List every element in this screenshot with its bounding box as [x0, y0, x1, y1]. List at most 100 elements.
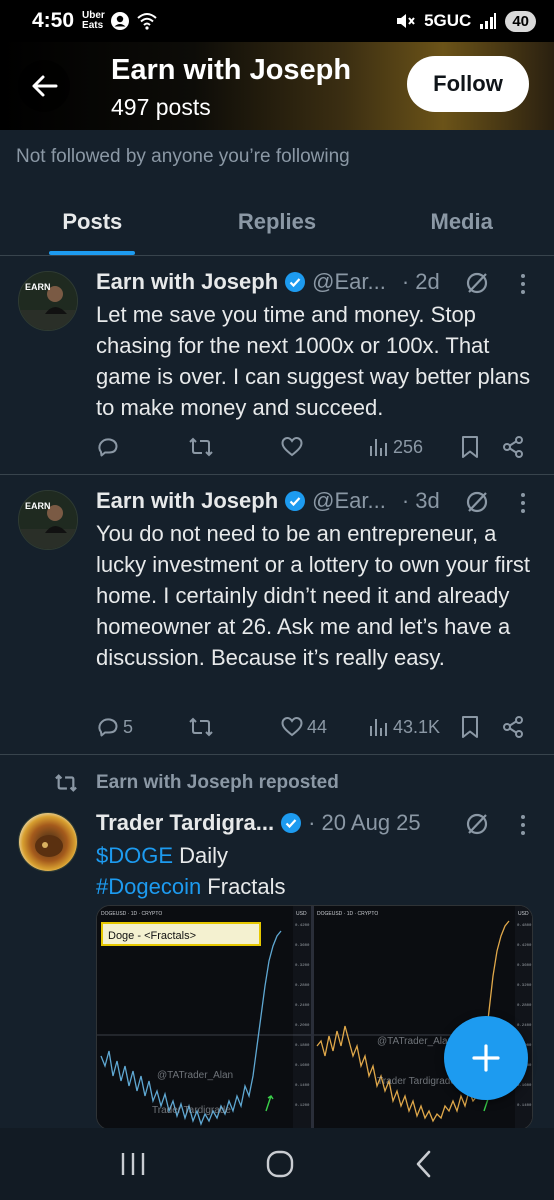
- svg-text:0.2800: 0.2800: [295, 984, 310, 988]
- svg-text:0.3200: 0.3200: [517, 984, 532, 988]
- bookmark-button[interactable]: [460, 712, 480, 742]
- avatar[interactable]: [18, 812, 78, 872]
- tweet-timestamp[interactable]: · 3d: [402, 488, 440, 514]
- tweet-text-line: Fractals: [201, 874, 286, 899]
- grok-icon[interactable]: [465, 271, 489, 295]
- watermark-text: @TATrader_Alan: [157, 1070, 233, 1081]
- right-usd-label: USD: [518, 911, 529, 917]
- tweet-media-image[interactable]: 0.4200 0.3600 0.3200 0.2800 0.2400 0.2000 0.18…: [96, 905, 533, 1130]
- profile-tabs: Posts Replies Media: [0, 188, 554, 256]
- avatar[interactable]: EARN: [18, 490, 78, 550]
- svg-text:0.1400: 0.1400: [517, 1104, 532, 1108]
- like-button[interactable]: 44: [280, 712, 327, 742]
- watermark-text: Trader Tardigrade: [377, 1076, 456, 1087]
- repost-button[interactable]: [188, 712, 214, 742]
- svg-text:0.4800: 0.4800: [517, 924, 532, 928]
- tweet[interactable]: EARN Earn with Joseph @Ear... · 2d Let m…: [0, 257, 554, 475]
- reply-button[interactable]: [96, 432, 123, 462]
- tweet-author-name[interactable]: Earn with Joseph: [96, 488, 278, 514]
- avatar[interactable]: EARN: [18, 271, 78, 331]
- share-button[interactable]: [501, 432, 525, 462]
- tweet-timestamp[interactable]: · 2d: [402, 269, 440, 295]
- network-label: 5GUC: [424, 11, 472, 30]
- tweet-author-handle[interactable]: @Ear...: [312, 488, 386, 514]
- tab-posts[interactable]: Posts: [0, 188, 185, 255]
- svg-text:0.4200: 0.4200: [517, 944, 532, 948]
- views-icon: [370, 719, 387, 736]
- tweet[interactable]: EARN Earn with Joseph @Ear... · 3d You d…: [0, 476, 554, 755]
- tweet-header: Earn with Joseph @Ear... · 2d: [96, 269, 440, 295]
- reply-button[interactable]: 5: [96, 712, 133, 742]
- left-usd-label: USD: [296, 911, 307, 917]
- tweet-actions: 256: [96, 432, 536, 462]
- more-options-icon[interactable]: [518, 814, 528, 836]
- plus-icon: [472, 1044, 500, 1072]
- avatar-photo: EARN: [19, 491, 77, 549]
- uber-eats-notification-icon: Uber Eats: [82, 10, 105, 31]
- system-navigation-bar: [0, 1128, 554, 1200]
- avatar-photo: EARN: [19, 272, 77, 330]
- avatar-photo: [19, 813, 77, 871]
- bookmark-icon: [462, 716, 478, 738]
- mute-icon: [397, 14, 415, 28]
- repost-button[interactable]: [188, 432, 214, 462]
- back-nav-icon[interactable]: [412, 1149, 436, 1179]
- heart-icon: [281, 716, 303, 737]
- share-button[interactable]: [501, 712, 525, 742]
- svg-text:0.1800: 0.1800: [295, 1044, 310, 1048]
- tab-media[interactable]: Media: [369, 188, 554, 255]
- svg-text:EARN: EARN: [25, 282, 51, 292]
- status-time: 4:50: [32, 9, 75, 32]
- back-button[interactable]: [18, 60, 70, 112]
- reply-count: 5: [123, 716, 134, 737]
- heart-icon: [281, 436, 303, 457]
- grok-icon[interactable]: [465, 490, 489, 514]
- verified-badge-icon: [285, 272, 306, 292]
- more-options-icon[interactable]: [518, 492, 528, 514]
- profile-name: Earn with Joseph: [111, 54, 352, 86]
- tweet-text: You do not need to be an entrepreneur, a…: [96, 521, 531, 670]
- repost-icon: [189, 437, 213, 457]
- svg-text:0.2000: 0.2000: [295, 1024, 310, 1028]
- tweet-text: $DOGE Daily #Dogecoin Fractals: [96, 840, 536, 902]
- watermark-text: @TATrader_Alan: [377, 1036, 453, 1047]
- tab-replies[interactable]: Replies: [185, 188, 370, 255]
- svg-text:0.2400: 0.2400: [517, 1024, 532, 1028]
- tweet-text-line: Daily: [173, 843, 229, 868]
- repost-label[interactable]: Earn with Joseph reposted: [96, 772, 339, 794]
- right-chart-symbol: DOGEUSD · 1D · CRYPTO: [317, 911, 378, 917]
- tweet-actions: 5 44 43.1K: [96, 712, 536, 742]
- account-icon: [111, 12, 130, 30]
- grok-icon[interactable]: [465, 812, 489, 836]
- more-options-icon[interactable]: [518, 273, 528, 295]
- hashtag-link[interactable]: #Dogecoin: [96, 874, 201, 899]
- home-icon[interactable]: [265, 1149, 295, 1179]
- cashtag-link[interactable]: $DOGE: [96, 843, 173, 868]
- svg-text:0.3600: 0.3600: [295, 944, 310, 948]
- views-icon: [370, 439, 387, 456]
- tweet-author-name[interactable]: Earn with Joseph: [96, 269, 278, 295]
- post-count: 497 posts: [111, 94, 211, 120]
- svg-text:0.1200: 0.1200: [295, 1104, 310, 1108]
- left-chart-symbol: DOGEUSD · 1D · CRYPTO: [101, 911, 162, 917]
- tweet-text: Let me save you time and money. Stop cha…: [96, 302, 531, 420]
- view-count: 43.1K: [393, 716, 441, 737]
- views-button[interactable]: 256: [368, 432, 423, 462]
- views-button[interactable]: 43.1K: [368, 712, 440, 742]
- verified-badge-icon: [285, 491, 306, 511]
- recent-apps-icon[interactable]: [118, 1150, 148, 1178]
- bookmark-button[interactable]: [460, 432, 480, 462]
- view-count: 256: [393, 436, 424, 457]
- svg-text:EARN: EARN: [25, 501, 51, 511]
- svg-text:0.2400: 0.2400: [295, 1004, 310, 1008]
- repost-icon: [55, 774, 77, 792]
- tweet-timestamp[interactable]: · 20 Aug 25: [308, 810, 421, 836]
- tweet-author-handle[interactable]: @Ear...: [312, 269, 386, 295]
- tweet-author-name[interactable]: Trader Tardigra...: [96, 810, 274, 836]
- arrow-left-icon: [32, 75, 58, 97]
- svg-text:0.2800: 0.2800: [517, 1004, 532, 1008]
- like-button[interactable]: [280, 432, 307, 462]
- share-icon: [503, 716, 523, 738]
- follow-button[interactable]: Follow: [407, 56, 529, 112]
- compose-post-button[interactable]: [444, 1016, 528, 1100]
